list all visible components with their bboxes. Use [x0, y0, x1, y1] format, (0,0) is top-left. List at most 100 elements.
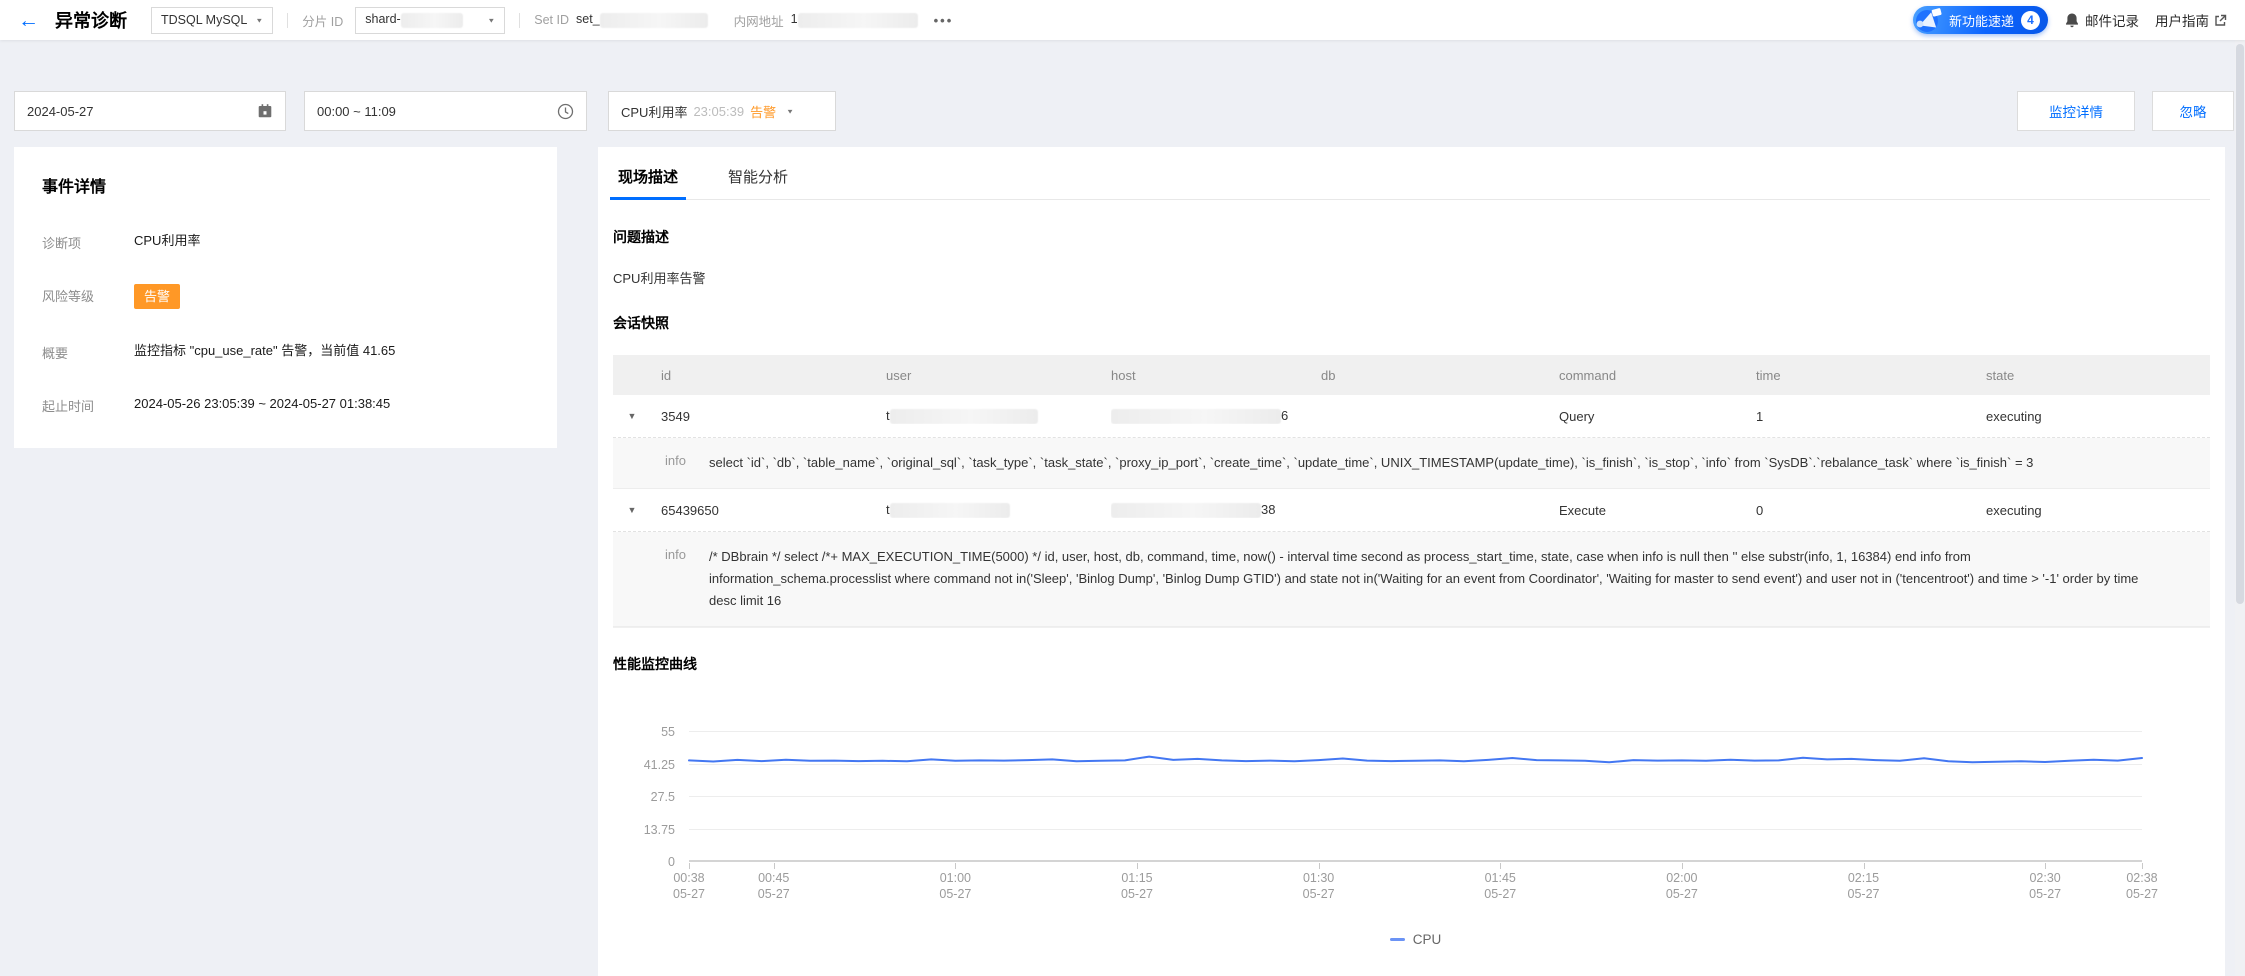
date-value: 2024-05-27 — [27, 103, 94, 119]
megaphone-icon — [1910, 0, 1948, 38]
top-header: ← 异常诊断 TDSQL MySQL ▼ 分片 ID shard- ▼ Set … — [0, 0, 2245, 40]
table-header-row: id user host db command time state — [613, 355, 2210, 395]
metric-name: CPU利用率 — [621, 104, 688, 120]
y-tick-label: 13.75 — [643, 822, 675, 837]
topbar-right: 新功能速递 4 邮件记录 用户指南 — [1912, 6, 2227, 34]
row-expander-icon[interactable]: ▼ — [613, 411, 661, 421]
cpu-line-series — [689, 732, 2142, 862]
x-tick-mark — [955, 863, 957, 869]
metric-event-select[interactable]: CPU利用率 23:05:39 告警 ▼ — [608, 91, 836, 131]
time-range-picker[interactable]: 00:00 ~ 11:09 — [304, 91, 587, 131]
legend-label: CPU — [1412, 932, 1442, 947]
chart-legend[interactable]: CPU — [689, 932, 2142, 947]
back-arrow-icon[interactable]: ← — [18, 10, 39, 31]
x-tick-label: 02:00 05-27 — [1665, 871, 1698, 901]
anomaly-diagnosis-page: ← 异常诊断 TDSQL MySQL ▼ 分片 ID shard- ▼ Set … — [0, 0, 2245, 976]
cell-id: 65439650 — [661, 502, 719, 518]
y-tick-label: 0 — [668, 855, 675, 869]
x-tick-label: 01:00 05-27 — [939, 871, 972, 901]
redacted-value — [889, 409, 1038, 425]
row-label: 风险等级 — [42, 289, 95, 304]
cell-id: 3549 — [661, 408, 690, 424]
redacted-value — [889, 503, 1010, 519]
private-ip-field: 内网地址 1 — [734, 11, 918, 30]
risk-level-row: 风险等级 告警 — [42, 284, 529, 309]
tab-intelligent-analysis[interactable]: 智能分析 — [724, 160, 792, 199]
session-section-title: 会话快照 — [613, 315, 669, 331]
time-range-value: 00:00 ~ 11:09 — [317, 103, 396, 119]
summary-value: 监控指标 "cpu_use_rate" 告警，当前值 41.65 — [134, 343, 396, 358]
event-detail-card: 事件详情 诊断项 CPU利用率 风险等级 告警 概要 监控指标 "cpu_use… — [14, 147, 557, 448]
legend-line-swatch — [1389, 938, 1405, 941]
tab-scene-description[interactable]: 现场描述 — [609, 160, 687, 200]
monitor-detail-button[interactable]: 监控详情 — [2017, 91, 2135, 131]
y-tick-label: 55 — [661, 725, 675, 739]
redacted-value — [400, 12, 463, 28]
ignore-button[interactable]: 忽略 — [2152, 91, 2234, 131]
more-options-icon[interactable]: ••• — [934, 13, 954, 28]
column-command: command — [1559, 367, 1617, 383]
performance-chart: 0 13.75 27.5 41.25 55 00:38 05-27 00:45 05-27 01… — [613, 725, 2210, 947]
x-tick-mark — [2142, 863, 2143, 869]
mail-record-label: 邮件记录 — [2085, 14, 2139, 29]
problem-description-text: CPU利用率告警 — [613, 271, 706, 286]
x-tick-mark — [1500, 863, 1502, 869]
row-expander-icon[interactable]: ▼ — [613, 505, 661, 515]
divider — [287, 12, 289, 28]
x-tick-mark — [773, 863, 775, 869]
filter-toolbar: 2024-05-27 00:00 ~ 11:09 CPU利用率 23:05:39… — [14, 91, 2234, 131]
table-row[interactable]: ▼ 3549 t 6 Query 1 executing — [613, 395, 2210, 438]
info-sub-row: info select `id`, `db`, `table_name`, `o… — [613, 438, 2210, 489]
chart-section-title: 性能监控曲线 — [613, 656, 697, 672]
x-tick-label: 01:45 05-27 — [1484, 871, 1517, 901]
instance-type-select[interactable]: TDSQL MySQL ▼ — [151, 6, 274, 34]
x-tick-label: 02:30 05-27 — [2029, 871, 2062, 901]
external-link-icon — [2214, 14, 2227, 27]
x-tick-label: 00:38 05-27 — [673, 871, 705, 901]
x-tick-mark — [2045, 863, 2047, 869]
info-sub-row: info /* DBbrain */ select /*+ MAX_EXECUT… — [613, 532, 2210, 627]
cell-user: t — [886, 408, 1111, 425]
column-user: user — [886, 367, 912, 383]
problem-section-title: 问题描述 — [613, 229, 669, 245]
mail-record-button[interactable]: 邮件记录 — [2064, 10, 2139, 30]
x-tick-mark — [689, 863, 690, 869]
redacted-value — [599, 12, 708, 28]
y-tick-label: 27.5 — [650, 790, 675, 804]
cell-state: executing — [1986, 408, 2042, 424]
cell-host: 38 — [1111, 502, 1321, 519]
new-features-button[interactable]: 新功能速递 4 — [1912, 6, 2048, 34]
shard-id-select[interactable]: shard- ▼ — [355, 6, 506, 34]
cell-time: 1 — [1756, 408, 1764, 424]
summary-row: 概要 监控指标 "cpu_use_rate" 告警，当前值 41.65 — [42, 341, 529, 362]
x-tick-label: 02:15 05-27 — [1847, 871, 1880, 901]
chevron-down-icon: ▼ — [255, 16, 264, 24]
metric-event-time: 23:05:39 — [693, 103, 745, 119]
diagnosis-item-value: CPU利用率 — [134, 233, 201, 248]
info-label: info — [665, 453, 686, 468]
event-detail-title: 事件详情 — [42, 179, 107, 196]
sql-info-text: select `id`, `db`, `table_name`, `origin… — [709, 455, 2034, 470]
set-id-label: Set ID — [534, 12, 570, 27]
diagnosis-item-row: 诊断项 CPU利用率 — [42, 231, 529, 252]
new-features-badge: 4 — [2021, 10, 2040, 30]
x-tick-mark — [1318, 863, 1320, 869]
private-ip-label: 内网地址 — [733, 14, 784, 29]
table-row[interactable]: ▼ 65439650 t 38 Execute 0 executing — [613, 489, 2210, 532]
row-label: 概要 — [42, 346, 69, 361]
set-id-field: Set ID set_ — [534, 12, 708, 28]
row-label: 诊断项 — [42, 236, 82, 251]
date-picker[interactable]: 2024-05-27 — [14, 91, 286, 131]
user-guide-link[interactable]: 用户指南 — [2155, 10, 2227, 30]
risk-level-badge: 告警 — [134, 284, 181, 309]
x-tick-label: 01:30 05-27 — [1302, 871, 1335, 901]
time-span-value: 2024-05-26 23:05:39 ~ 2024-05-27 01:38:4… — [134, 396, 391, 411]
vertical-scrollbar[interactable] — [2235, 0, 2245, 976]
scrollbar-thumb[interactable] — [2236, 44, 2244, 604]
page-title: 异常诊断 — [55, 11, 127, 31]
chart-plot-area[interactable] — [689, 731, 2142, 869]
private-ip-prefix: 1 — [790, 12, 798, 27]
redacted-value — [1111, 409, 1281, 425]
x-tick-mark — [1681, 863, 1683, 869]
column-db: db — [1321, 367, 1336, 383]
